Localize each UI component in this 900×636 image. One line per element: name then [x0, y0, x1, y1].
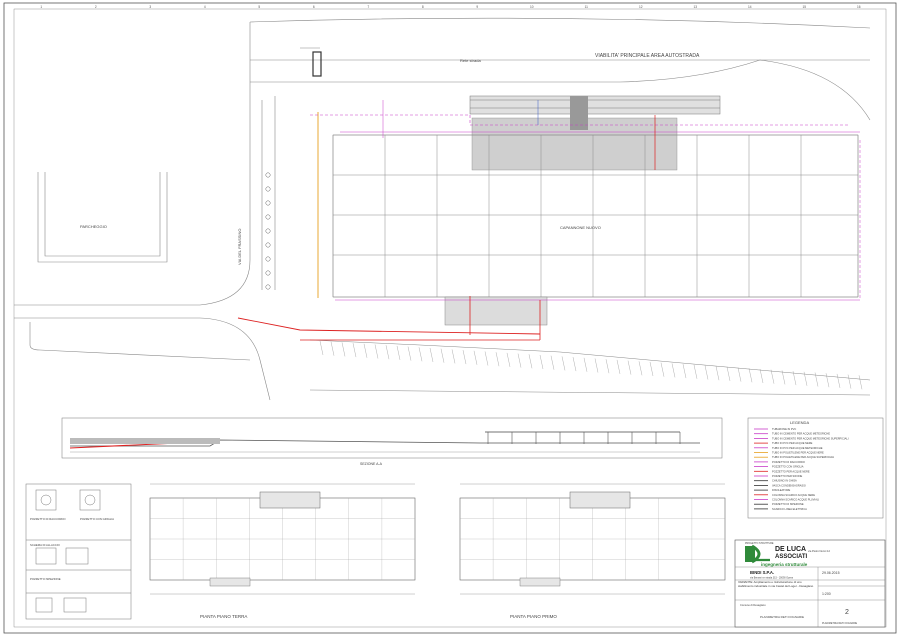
legend-item-label: COLONNA SCARICO ACQUE NERE [772, 493, 815, 497]
legend-item-label: TUBO IN CEMENTO PER ACQUE METEORICHE [772, 432, 830, 436]
legend-item-label: TUBAZIONE IN PVC [772, 427, 796, 431]
plan-terra-label: PIANTA PIANO TERRA [200, 614, 247, 619]
sheet-number: 2 [845, 609, 849, 616]
legend-item-label: COLONNA SCARICO ACQUE PLUVIALI [772, 498, 819, 502]
drawing-sheet: 1 2 3 4 5 6 7 8 9 10 11 12 13 14 15 16 Rete strada VIAB… [3, 2, 897, 634]
firm-address: via Pietro Nenni 12 [808, 549, 830, 553]
frame-number: 12 [639, 5, 643, 9]
subject-text: VARIANTE: Ampliamento e ristrutturazione… [738, 581, 814, 588]
firm-caption: PROGETTO STRUTTURE [745, 542, 774, 545]
frame-number: 14 [748, 5, 752, 9]
client-address: via Berazzi ex strada 315 - 20090 Opera [750, 577, 794, 580]
frame-number: 9 [476, 5, 478, 9]
section-label: SEZIONE A-A [360, 462, 383, 466]
road-strada-label: Rete strada [460, 58, 481, 63]
legend-item-label: TUBO IN PVC PER ACQUE METEORICHE [772, 446, 823, 450]
frame-number: 4 [204, 5, 206, 9]
legend-item-label: CHIUSINO IN GHISA [772, 479, 797, 483]
legend-item-label: SCARICO LINEA ELETTRICA [772, 507, 807, 511]
legend-item-label: POZZETTO DI RACCORDO [772, 460, 805, 464]
scale-value: 1:200 [822, 592, 831, 596]
annex-block [444, 296, 548, 326]
legend-item-label: POZZETTO PER SIFONE [772, 474, 802, 478]
plan-offices [569, 491, 631, 509]
legend-item-label: TUBO IN POLIETILENE PER ACQUE SUPERFICIA… [772, 455, 835, 459]
frame-number: 1 [40, 5, 42, 9]
frame-number: 3 [149, 5, 151, 9]
subject-box: VARIANTE: Ampliamento e ristrutturazione… [738, 581, 814, 588]
capannone-label: CAPANNONE NUOVO [560, 225, 601, 230]
frame-number: 16 [857, 5, 861, 9]
parcheggio-label: PARCHEGGIO [80, 224, 107, 229]
legend-item-label: TUBO IN POLIETILENE PER ACQUE NERE [772, 451, 824, 455]
frame-number: 15 [802, 5, 806, 9]
comune-label: Comune di Desaglano [740, 603, 766, 607]
planimetria-label: PLANIMETRIA RETI FOGNARIE [822, 622, 857, 625]
frame-number: 8 [422, 5, 424, 9]
road-name-label: VIABILITA' PRINCIPALE AREA AUTOSTRADA [595, 53, 700, 59]
client-name: BINDI S.P.A. [750, 570, 774, 575]
detail-1-label: POZZETTO DI RACCORDO [30, 517, 66, 521]
via-label: VIA DEL FRASSINO [237, 228, 242, 265]
frame-number: 13 [693, 5, 697, 9]
legend-item-label: TUBO IN CEMENTO PER ACQUE METEORICHE SUP… [772, 436, 849, 440]
legend-item-label: POZZETTO DI ISPEZIONE [772, 502, 804, 506]
frame-number: 11 [585, 5, 589, 9]
legend-title: LEGENDA [790, 420, 809, 425]
plan-primo-label: PIANTA PIANO PRIMO [510, 614, 557, 619]
legend-item-label: TUBO IN PVC PER ACQUE NERE [772, 441, 813, 445]
frame-number: 10 [530, 5, 534, 9]
firm-name-2: ASSOCIATI [775, 554, 808, 560]
parking-top [469, 95, 721, 115]
legend-item-label: DISOLEATORE [772, 488, 790, 492]
plan-service [209, 577, 251, 587]
date-value: 29.06.2015 [822, 571, 840, 575]
frame-number: 2 [95, 5, 97, 9]
legend-item-label: VASCA CONDENSAGRASSI [772, 483, 806, 487]
firm-sub: ingegneria strutturale [761, 562, 808, 567]
firm-name-1: DE LUCA [775, 546, 806, 553]
frame-number: 7 [367, 5, 369, 9]
drawing-title: PLANIMETRIA RETI FOGNARIE [760, 615, 804, 619]
frame-number: 5 [258, 5, 260, 9]
frame-number: 6 [313, 5, 315, 9]
legend-item-label: POZZETTO CON GRIGLIA [772, 465, 804, 469]
detail-3-label: SCHEMA DI ALLACCIO [30, 543, 61, 547]
detail-4-label: POZZETTO ISPEZIONE [30, 577, 61, 581]
legend-item-label: POZZETTO PER ACQUE NERE [772, 469, 810, 473]
plan-service [519, 577, 561, 587]
plan-offices [259, 491, 321, 509]
detail-2-label: POZZETTO CON GRIGLIA [80, 517, 114, 521]
